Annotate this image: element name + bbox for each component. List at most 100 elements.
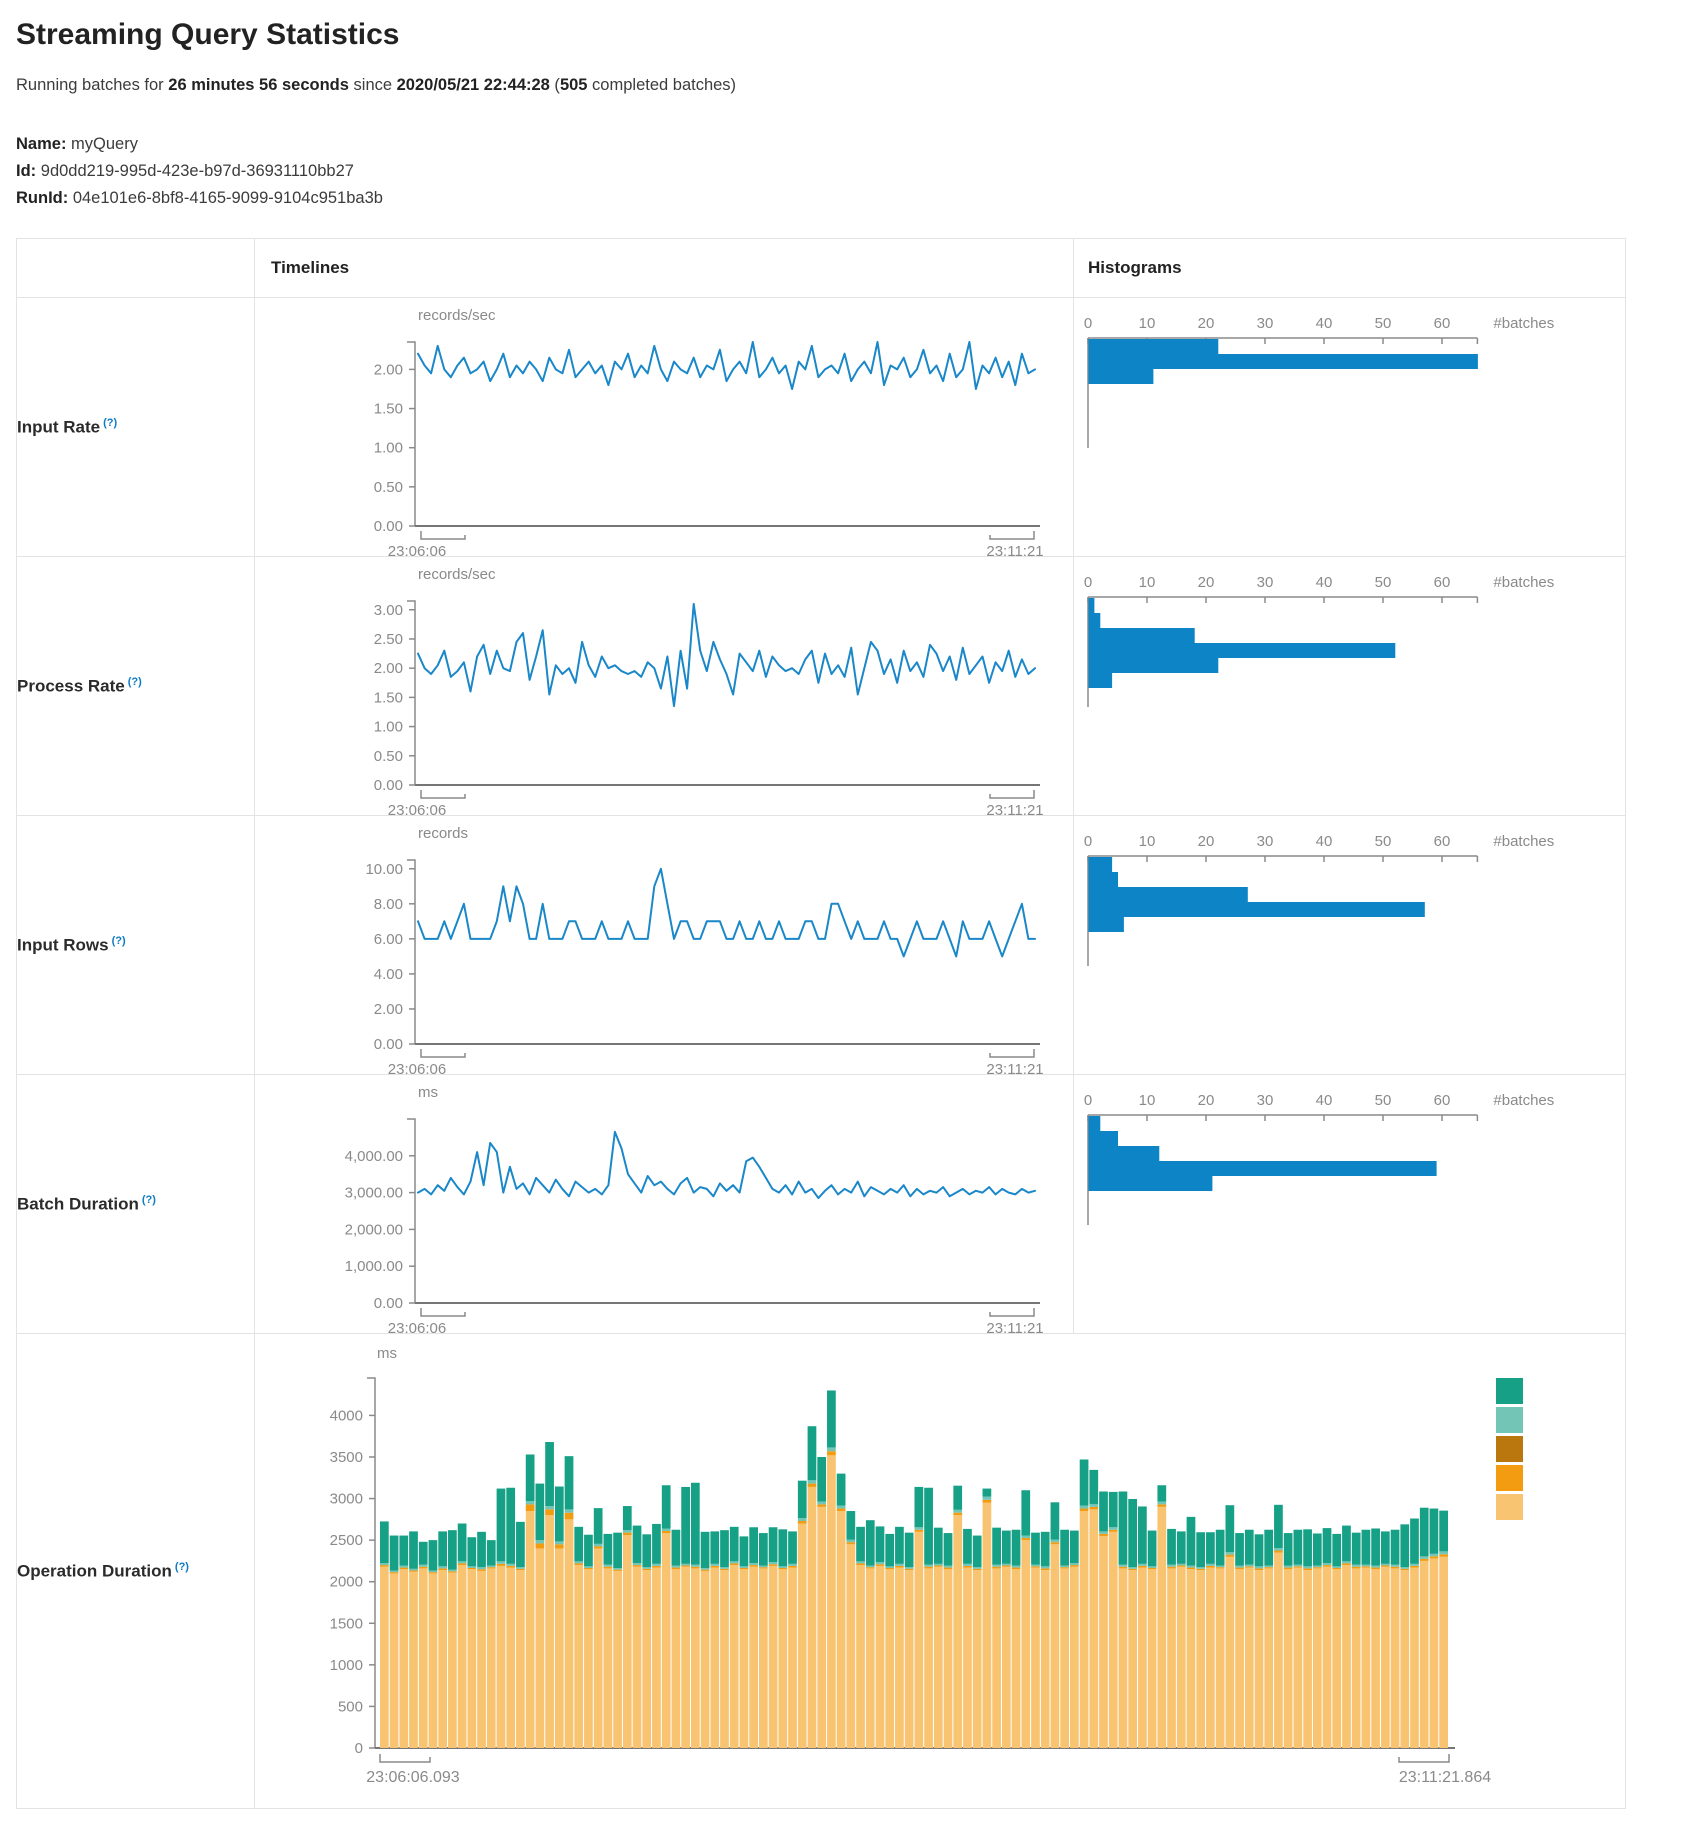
svg-text:20: 20 — [1198, 574, 1215, 591]
svg-text:500: 500 — [338, 1698, 363, 1715]
svg-text:23:11:21: 23:11:21 — [986, 1320, 1043, 1333]
svg-text:40: 40 — [1316, 315, 1333, 332]
svg-text:4.00: 4.00 — [374, 966, 403, 983]
query-name-row: Name: myQuery — [16, 131, 1677, 158]
query-id-label: Id: — [16, 162, 36, 180]
svg-text:60: 60 — [1434, 315, 1451, 332]
svg-text:2,000.00: 2,000.00 — [345, 1221, 403, 1238]
help-icon[interactable]: (?) — [128, 676, 142, 688]
svg-text:50: 50 — [1375, 1092, 1392, 1109]
svg-text:2.00: 2.00 — [374, 361, 403, 378]
input-rate-histogram-cell: 0102030405060#batches — [1074, 298, 1626, 557]
input-rows-label-cell: Input Rows(?) — [17, 816, 255, 1075]
svg-text:8.00: 8.00 — [374, 896, 403, 913]
svg-text:1.00: 1.00 — [374, 440, 403, 457]
input-rate-label-cell: Input Rate(?) — [17, 298, 255, 557]
svg-text:10: 10 — [1139, 833, 1156, 850]
svg-text:0.00: 0.00 — [374, 518, 403, 535]
row-label: Process Rate — [17, 676, 125, 695]
svg-text:50: 50 — [1375, 833, 1392, 850]
query-id-row: Id: 9d0dd219-995d-423e-b97d-36931110bb27 — [16, 158, 1677, 185]
svg-text:records: records — [418, 825, 468, 842]
svg-text:0.00: 0.00 — [374, 1295, 403, 1312]
svg-text:0: 0 — [1084, 315, 1092, 332]
svg-text:0.50: 0.50 — [374, 479, 403, 496]
svg-text:0.50: 0.50 — [374, 748, 403, 765]
svg-text:10: 10 — [1139, 1092, 1156, 1109]
batch-duration-histogram-cell: 0102030405060#batches — [1074, 1075, 1626, 1334]
svg-text:20: 20 — [1198, 315, 1215, 332]
svg-text:20: 20 — [1198, 1092, 1215, 1109]
help-icon[interactable]: (?) — [142, 1194, 156, 1206]
svg-text:23:11:21: 23:11:21 — [986, 802, 1043, 815]
help-icon[interactable]: (?) — [175, 1561, 189, 1573]
input-rows-timeline-cell: records0.002.004.006.008.0010.0023:06:06… — [255, 816, 1074, 1075]
process-rate-label-cell: Process Rate(?) — [17, 557, 255, 816]
input-rate-timeline-chart: records/sec0.000.501.001.502.0023:06:062… — [255, 298, 1055, 556]
svg-text:#batches: #batches — [1493, 315, 1554, 332]
query-runid-row: RunId: 04e101e6-8bf8-4165-9099-9104c951b… — [16, 185, 1677, 212]
svg-text:30: 30 — [1257, 1092, 1274, 1109]
process-rate-timeline-chart: records/sec0.000.501.001.502.002.503.002… — [255, 557, 1055, 815]
query-id-value: 9d0dd219-995d-423e-b97d-36931110bb27 — [41, 162, 354, 180]
query-name-label: Name: — [16, 135, 66, 153]
svg-text:10: 10 — [1139, 315, 1156, 332]
svg-text:23:11:21.864: 23:11:21.864 — [1399, 1769, 1491, 1786]
help-icon[interactable]: (?) — [112, 935, 126, 947]
input-rate-row: Input Rate(?) records/sec0.000.501.001.5… — [17, 298, 1626, 557]
page-title: Streaming Query Statistics — [16, 18, 1677, 52]
svg-text:30: 30 — [1257, 574, 1274, 591]
running-batches-summary: Running batches for 26 minutes 56 second… — [16, 76, 1677, 95]
help-icon[interactable]: (?) — [103, 417, 117, 429]
svg-text:ms: ms — [377, 1345, 397, 1362]
batch-duration-timeline-chart: ms0.001,000.002,000.003,000.004,000.0023… — [255, 1075, 1055, 1333]
svg-text:60: 60 — [1434, 833, 1451, 850]
row-label: Input Rows — [17, 935, 109, 954]
batch-duration-timeline-cell: ms0.001,000.002,000.003,000.004,000.0023… — [255, 1075, 1074, 1334]
svg-text:10: 10 — [1139, 574, 1156, 591]
query-runid-label: RunId: — [16, 189, 68, 207]
operation-duration-stacked-chart: ms0500100015002000250030003500400023:06:… — [255, 1334, 1592, 1808]
query-metadata: Name: myQuery Id: 9d0dd219-995d-423e-b97… — [16, 131, 1677, 212]
empty-header-cell — [17, 239, 255, 298]
timelines-column-header: Timelines — [255, 239, 1074, 298]
svg-text:1.50: 1.50 — [374, 689, 403, 706]
svg-text:40: 40 — [1316, 574, 1333, 591]
row-label: Batch Duration — [17, 1194, 139, 1213]
row-label: Operation Duration — [17, 1561, 172, 1580]
svg-text:6.00: 6.00 — [374, 931, 403, 948]
svg-text:40: 40 — [1316, 833, 1333, 850]
svg-text:1000: 1000 — [330, 1657, 363, 1674]
start-timestamp: 2020/05/21 22:44:28 — [397, 76, 550, 94]
svg-text:1.00: 1.00 — [374, 719, 403, 736]
svg-text:0: 0 — [1084, 1092, 1092, 1109]
svg-text:10.00: 10.00 — [365, 861, 403, 878]
svg-text:30: 30 — [1257, 833, 1274, 850]
svg-text:4,000.00: 4,000.00 — [345, 1148, 403, 1165]
svg-text:1500: 1500 — [330, 1615, 363, 1632]
svg-text:0: 0 — [355, 1740, 363, 1757]
svg-text:30: 30 — [1257, 315, 1274, 332]
input-rows-histogram-chart: 0102030405060#batches — [1074, 816, 1609, 1074]
svg-text:23:06:06: 23:06:06 — [388, 543, 446, 556]
svg-text:0: 0 — [1084, 574, 1092, 591]
svg-text:23:06:06: 23:06:06 — [388, 1061, 446, 1074]
svg-text:60: 60 — [1434, 574, 1451, 591]
operation-duration-label-cell: Operation Duration(?) — [17, 1334, 255, 1809]
input-rows-timeline-chart: records0.002.004.006.008.0010.0023:06:06… — [255, 816, 1055, 1074]
svg-text:23:06:06.093: 23:06:06.093 — [366, 1769, 460, 1786]
input-rate-timeline-cell: records/sec0.000.501.001.502.0023:06:062… — [255, 298, 1074, 557]
streaming-query-statistics-page: { "page": { "title": "Streaming Query St… — [0, 0, 1693, 1829]
svg-text:#batches: #batches — [1493, 574, 1554, 591]
svg-text:records/sec: records/sec — [418, 566, 496, 583]
histograms-column-header: Histograms — [1074, 239, 1626, 298]
svg-text:2000: 2000 — [330, 1574, 363, 1591]
statistics-table: Timelines Histograms Input Rate(?) recor… — [16, 238, 1626, 1809]
svg-text:23:11:21: 23:11:21 — [986, 543, 1043, 556]
batch-duration-histogram-chart: 0102030405060#batches — [1074, 1075, 1609, 1333]
svg-text:23:11:21: 23:11:21 — [986, 1061, 1043, 1074]
operation-duration-chart-cell: ms0500100015002000250030003500400023:06:… — [255, 1334, 1626, 1809]
svg-text:3000: 3000 — [330, 1491, 363, 1508]
svg-text:0: 0 — [1084, 833, 1092, 850]
svg-text:3.00: 3.00 — [374, 602, 403, 619]
